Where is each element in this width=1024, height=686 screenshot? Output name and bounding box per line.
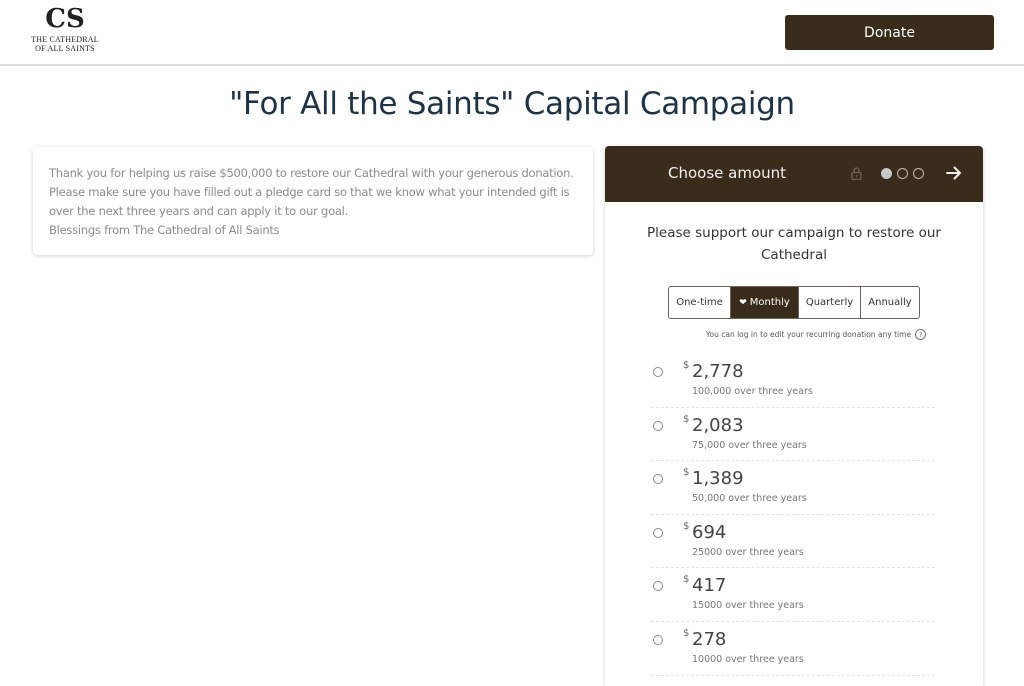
radio-button[interactable]: [653, 367, 663, 377]
amount-list: $ 2,778 100,000 over three years $ 2,083…: [651, 354, 935, 676]
cathedral-logo[interactable]: CS THE CATHEDRAL OF ALL SAINTS: [30, 6, 100, 62]
amount-option[interactable]: $ 2,778 100,000 over three years: [651, 354, 935, 408]
logo-line-2: OF ALL SAINTS: [35, 44, 95, 53]
amount-value: 2,778: [692, 361, 744, 382]
step-dot: [913, 168, 924, 179]
currency-symbol: $: [683, 360, 690, 371]
widget-header: Choose amount: [605, 146, 983, 202]
currency-symbol: $: [683, 467, 690, 479]
frequency-label: Monthly: [749, 297, 790, 308]
campaign-info-card: Thank you for helping us raise $500,000 …: [33, 147, 593, 255]
support-text: Please support our campaign to restore o…: [647, 225, 941, 263]
amount-description: 25000 over three years: [692, 546, 804, 558]
donation-widget: Choose amount Please support our campaig…: [605, 146, 983, 686]
amount-option[interactable]: $ 694 25000 over three years: [651, 515, 935, 569]
page-title: "For All the Saints" Capital Campaign: [229, 86, 795, 122]
radio-button[interactable]: [653, 420, 663, 431]
donate-button[interactable]: Donate: [785, 15, 994, 50]
lock-icon: [851, 167, 862, 180]
amount-value: 417: [692, 575, 727, 597]
radio-button[interactable]: [653, 527, 663, 538]
radio-button[interactable]: [653, 474, 663, 485]
frequency-quarterly[interactable]: Quarterly: [799, 287, 861, 318]
frequency-label: One-time: [676, 297, 723, 308]
radio-button[interactable]: [653, 634, 663, 645]
logo-monogram: CS: [45, 4, 85, 34]
frequency-label: Quarterly: [805, 297, 854, 308]
amount-option[interactable]: $ 2,083 75,000 over three years: [651, 408, 935, 462]
logo-line-1: THE CATHEDRAL: [31, 35, 99, 44]
amount-value: 694: [692, 521, 727, 543]
info-line: over the next three years and can apply …: [49, 204, 349, 218]
step-indicator: [881, 168, 924, 179]
frequency-annually[interactable]: Annually: [861, 287, 919, 318]
info-line: Please make sure you have filled out a p…: [49, 185, 570, 199]
info-line: Blessings from The Cathedral of All Sain…: [49, 223, 280, 237]
currency-symbol: $: [683, 413, 690, 425]
amount-description: 50,000 over three years: [692, 493, 807, 505]
frequency-selector: One-time ❤ Monthly Quarterly Annually: [668, 286, 920, 319]
amount-description: 75,000 over three years: [692, 439, 807, 451]
amount-description: 15000 over three years: [692, 600, 804, 612]
currency-symbol: $: [683, 627, 690, 639]
radio-button[interactable]: [653, 581, 663, 592]
amount-description: 100,000 over three years: [692, 386, 813, 397]
currency-symbol: $: [683, 520, 690, 532]
recurring-note-text: You can log in to edit your recurring do…: [705, 330, 912, 339]
step-dot: [897, 168, 908, 179]
amount-description: 10000 over three years: [692, 653, 804, 665]
heart-icon: ❤: [739, 297, 747, 308]
currency-symbol: $: [683, 574, 690, 586]
amount-option[interactable]: $ 278 10000 over three years: [651, 622, 935, 676]
recurring-note: You can log in to edit your recurring do…: [605, 329, 983, 340]
amount-option[interactable]: $ 1,389 50,000 over three years: [651, 461, 935, 515]
step-dot-active: [881, 168, 892, 179]
amount-value: 1,389: [692, 468, 744, 490]
arrow-right-icon[interactable]: [945, 164, 963, 182]
frequency-one-time[interactable]: One-time: [669, 287, 731, 318]
help-icon[interactable]: ?: [915, 329, 927, 340]
widget-title: Choose amount: [668, 164, 787, 182]
amount-value: 2,083: [692, 414, 744, 436]
info-line: Thank you for helping us raise $500,000 …: [49, 166, 574, 180]
frequency-label: Annually: [868, 297, 912, 308]
amount-value: 278: [692, 628, 727, 650]
frequency-monthly[interactable]: ❤ Monthly: [731, 287, 799, 318]
top-bar: CS THE CATHEDRAL OF ALL SAINTS Donate: [0, 0, 1024, 66]
amount-option[interactable]: $ 417 15000 over three years: [651, 568, 935, 622]
